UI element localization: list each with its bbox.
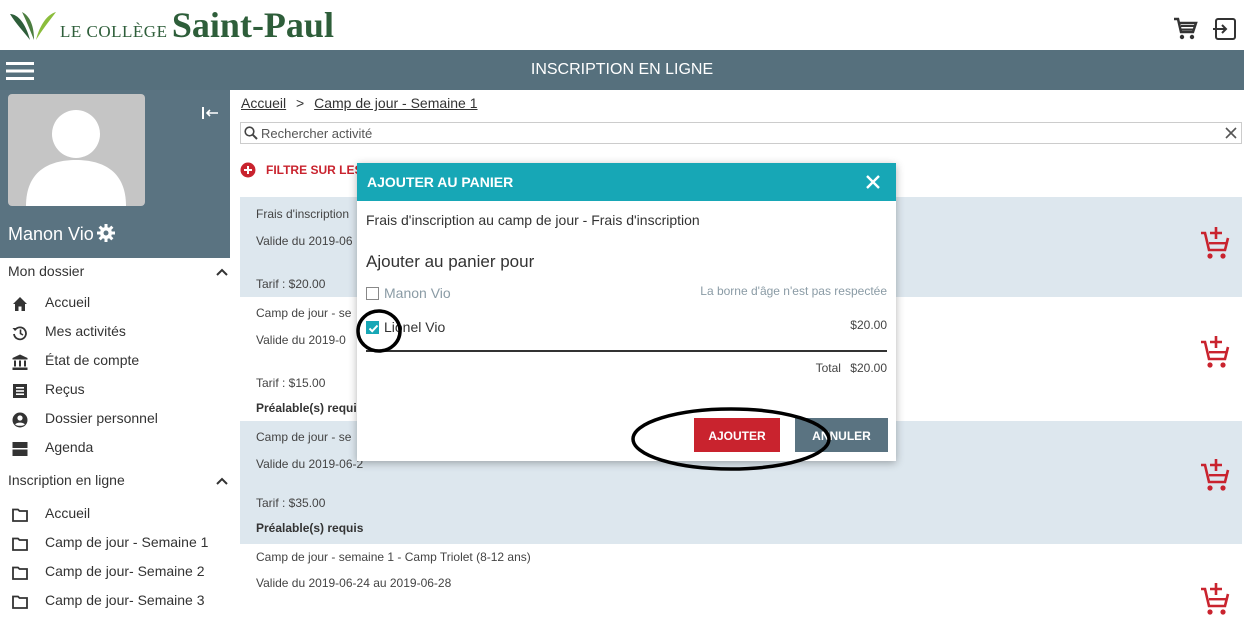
avatar-placeholder-icon <box>26 110 126 206</box>
activity-prereq: Préalable(s) requis <box>256 521 364 535</box>
option-label-lionel: Lionel Vio <box>384 319 446 335</box>
activity-price: Tarif : $35.00 <box>256 496 326 510</box>
total: Total $20.00 <box>816 361 887 375</box>
logo-big-text: Saint-Paul <box>171 5 334 45</box>
history-icon <box>12 326 27 341</box>
search-input[interactable] <box>261 123 1211 143</box>
calendar-icon <box>12 442 28 456</box>
search-icon <box>244 126 258 140</box>
folder-icon <box>12 566 28 580</box>
plus-circle-icon <box>240 162 256 178</box>
section-title: Mon dossier <box>8 263 85 279</box>
activity-title: Camp de jour - se <box>256 430 352 444</box>
add-to-cart-icon[interactable] <box>1200 580 1230 616</box>
folder-icon <box>12 508 28 522</box>
chevron-up-icon <box>216 477 228 485</box>
sidebar-item-label: État de compte <box>45 352 140 368</box>
folder-icon <box>12 537 28 551</box>
page-title: INSCRIPTION EN LIGNE <box>530 61 714 78</box>
logo-small-text: LE COLLÈGE <box>60 22 168 41</box>
sidebar-item-recus[interactable]: Reçus <box>8 381 234 409</box>
add-to-cart-icon[interactable] <box>1200 333 1230 369</box>
option-label-manon: Manon Vio <box>384 285 451 301</box>
avatar <box>8 94 145 206</box>
sidebar-item-label: Camp de jour - Semaine 1 <box>45 534 209 550</box>
home-icon <box>13 297 27 311</box>
cart-icon[interactable] <box>1172 16 1198 42</box>
section-mon-dossier[interactable]: Mon dossier <box>8 263 234 289</box>
dialog-heading: Ajouter au panier pour <box>366 252 535 271</box>
section-inscription-en-ligne[interactable]: Inscription en ligne <box>8 472 234 498</box>
check-icon <box>368 324 379 333</box>
breadcrumb-separator: > <box>296 95 305 111</box>
receipt-icon <box>13 384 27 398</box>
chevron-up-icon <box>216 268 228 276</box>
logout-icon[interactable] <box>1212 16 1238 42</box>
sidebar-item-label: Accueil <box>45 294 91 310</box>
sidebar-item-label: Dossier personnel <box>45 410 158 426</box>
sidebar-item-agenda[interactable]: Agenda <box>8 439 234 467</box>
collapse-sidebar-icon[interactable] <box>200 104 220 122</box>
activity-price: Tarif : $20.00 <box>256 277 326 291</box>
sidebar: Manon Vio Mon dossier Accueil Mes activi… <box>0 90 236 613</box>
close-icon[interactable] <box>1223 125 1239 141</box>
checkbox-lionel[interactable] <box>366 321 379 334</box>
add-to-cart-dialog: AJOUTER AU PANIER Frais d'inscription au… <box>357 163 896 461</box>
navbar: INSCRIPTION EN LIGNE <box>0 50 1244 90</box>
divider <box>366 350 887 352</box>
sidebar-item-label: Camp de jour- Semaine 3 <box>45 592 205 608</box>
add-to-cart-icon[interactable] <box>1200 224 1230 260</box>
option-price: $20.00 <box>850 318 887 332</box>
bank-icon <box>12 354 28 370</box>
account-icon <box>12 412 28 428</box>
activity-validity: Valide du 2019-06-2 <box>256 457 364 471</box>
breadcrumb: Accueil > Camp de jour - Semaine 1 <box>241 95 478 111</box>
dialog-subtitle: Frais d'inscription au camp de jour - Fr… <box>366 212 700 228</box>
sidebar-item-label: Reçus <box>45 381 85 397</box>
age-warning: La borne d'âge n'est pas respectée <box>700 284 887 298</box>
sidebar-item-label: Mes activités <box>45 323 126 339</box>
sidebar-item-label: Agenda <box>45 439 94 455</box>
activity-validity: Valide du 2019-06-24 au 2019-06-28 <box>256 576 452 590</box>
section-title: Inscription en ligne <box>8 472 125 488</box>
total-value: $20.00 <box>850 361 887 375</box>
logo-text: LE COLLÈGE Saint-Paul <box>60 4 334 46</box>
top-header: LE COLLÈGE Saint-Paul <box>0 0 1244 48</box>
checkbox-manon[interactable] <box>366 287 379 300</box>
total-label: Total <box>815 361 841 375</box>
sidebar-item-mes-activites[interactable]: Mes activités <box>8 323 234 351</box>
activity-title: Camp de jour - se <box>256 306 352 320</box>
add-to-cart-icon[interactable] <box>1200 456 1230 492</box>
sidebar-item-label: Camp de jour- Semaine 2 <box>45 563 205 579</box>
search-bar <box>240 122 1242 144</box>
close-icon[interactable] <box>865 174 881 190</box>
sidebar-item-semaine-2[interactable]: Camp de jour- Semaine 2 <box>8 563 234 591</box>
activity-title: Frais d'inscription <box>256 207 349 221</box>
sidebar-item-semaine-1[interactable]: Camp de jour - Semaine 1 <box>8 534 234 562</box>
annuler-button[interactable]: ANNULER <box>795 418 888 452</box>
activity-validity: Valide du 2019-06 <box>256 234 353 248</box>
breadcrumb-current-link[interactable]: Camp de jour - Semaine 1 <box>314 95 477 111</box>
sidebar-item-inscription-accueil[interactable]: Accueil <box>8 505 234 533</box>
activity-validity: Valide du 2019-0 <box>256 333 346 347</box>
sidebar-item-etat-de-compte[interactable]: État de compte <box>8 352 234 380</box>
list-item: Camp de jour - semaine 1 - Camp Triolet … <box>240 544 1242 613</box>
sidebar-item-semaine-3[interactable]: Camp de jour- Semaine 3 <box>8 592 234 620</box>
activity-price: Tarif : $15.00 <box>256 376 326 390</box>
sidebar-item-accueil[interactable]: Accueil <box>8 294 234 322</box>
gear-icon[interactable] <box>97 224 115 242</box>
dialog-title: AJOUTER AU PANIER <box>367 174 514 190</box>
filter-label: FILTRE SUR LES <box>266 163 363 177</box>
user-name: Manon Vio <box>8 224 94 244</box>
dialog-header: AJOUTER AU PANIER <box>357 163 896 201</box>
sidebar-item-dossier-personnel[interactable]: Dossier personnel <box>8 410 234 438</box>
sidebar-item-label: Accueil <box>45 505 91 521</box>
ajouter-button[interactable]: AJOUTER <box>694 418 780 452</box>
profile-panel: Manon Vio <box>0 90 230 258</box>
activity-title: Camp de jour - semaine 1 - Camp Triolet … <box>256 550 531 564</box>
logo-icon <box>10 12 56 40</box>
activity-prereq: Préalable(s) requi <box>256 401 357 415</box>
folder-icon <box>12 595 28 609</box>
breadcrumb-home-link[interactable]: Accueil <box>241 95 286 111</box>
